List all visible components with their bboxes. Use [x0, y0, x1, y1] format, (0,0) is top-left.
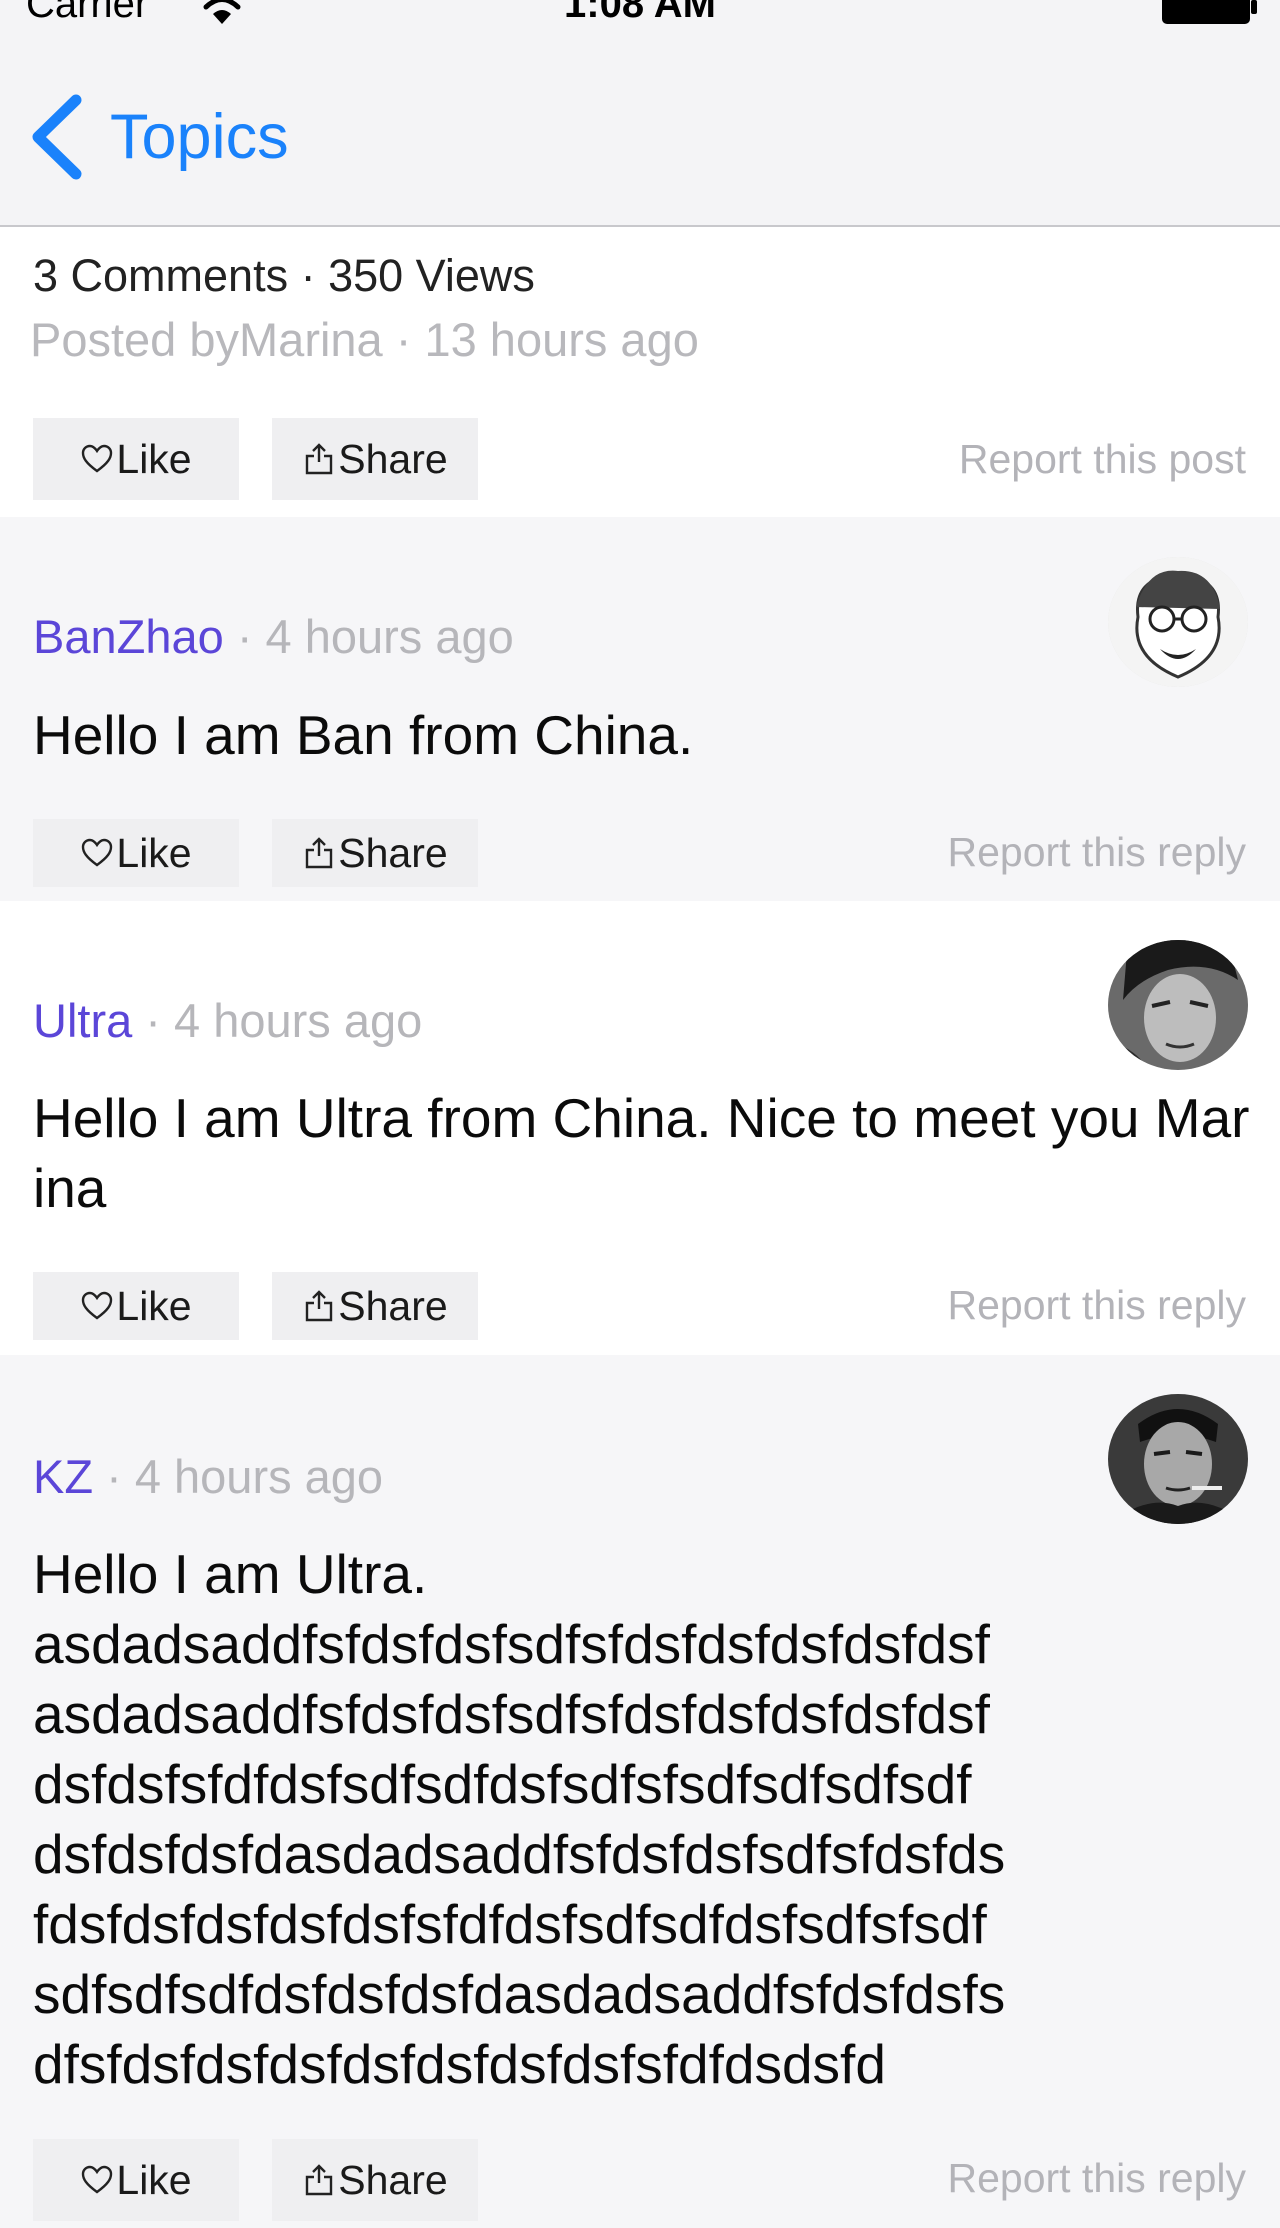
- posted-time: · 13 hours ago: [382, 313, 699, 366]
- post-share-button[interactable]: Share: [272, 418, 478, 500]
- comment-body-line: asdadsaddfsfdsfdsfsdfsfdsfdsfdsfdsfdsf: [33, 1683, 990, 1745]
- status-time: 1:08 AM: [564, 0, 716, 26]
- share-icon: [306, 2164, 333, 2196]
- comment-like-button[interactable]: Like: [33, 819, 239, 887]
- comment-author-link[interactable]: KZ: [33, 1450, 93, 1503]
- report-reply-link[interactable]: Report this reply: [947, 829, 1246, 876]
- avatar[interactable]: [1108, 557, 1248, 687]
- comment-body-line: dsfdsfsfdfdsfsdfsdfdsfsdfsfsdfsdfsdfsdf: [33, 1753, 972, 1815]
- post-author-link[interactable]: Marina: [239, 313, 383, 366]
- heart-icon: [82, 838, 113, 867]
- heart-icon: [82, 1291, 113, 1320]
- comment-like-button[interactable]: Like: [33, 2139, 239, 2221]
- comment-body-line: fdsfdsfdsfdsfdsfsfdfdsfsdfsdfdsfsdfsfsdf: [33, 1893, 987, 1955]
- comment-time: · 4 hours ago: [223, 610, 514, 663]
- like-label: Like: [116, 2156, 192, 2203]
- share-icon: [306, 837, 333, 869]
- like-label: Like: [116, 829, 192, 876]
- comment-body: Hello I am Ultra from China. Nice to mee…: [33, 1087, 1250, 1219]
- report-reply-link[interactable]: Report this reply: [947, 1282, 1246, 1329]
- share-label: Share: [338, 829, 448, 876]
- comment-item: Ultra · 4 hours ago Hello I am Ultra fro…: [0, 901, 1280, 1355]
- comment-item: KZ · 4 hours ago Hello I am Ultra. asdad…: [0, 1355, 1280, 2228]
- comment-body-line: dfsfdsfdsfdsfdsfdsfdsfdsfsfdfdsdsfd: [33, 2033, 886, 2095]
- avatar-image: [1108, 557, 1248, 687]
- share-icon: [306, 1290, 333, 1322]
- heart-icon: [82, 444, 113, 473]
- comment-header: BanZhao · 4 hours ago: [33, 609, 514, 664]
- post-like-button[interactable]: Like: [33, 418, 239, 500]
- like-label: Like: [116, 1282, 192, 1329]
- screen: Carrier 1:08 AM Topics 3 Comments · 350 …: [0, 0, 1280, 2228]
- navigation-bar: Carrier 1:08 AM Topics: [0, 0, 1280, 227]
- share-label: Share: [338, 2156, 448, 2203]
- posted-prefix: Posted by: [30, 313, 240, 366]
- heart-icon: [82, 2165, 113, 2194]
- comment-time: · 4 hours ago: [93, 1450, 384, 1503]
- chevron-left-icon: [32, 94, 82, 180]
- comment-body-line: dsfdsfdsfdasdadsaddfsfdsfdsfsdfsfdsfds: [33, 1823, 1006, 1885]
- posted-by: Posted byMarina · 13 hours ago: [30, 312, 699, 367]
- avatar-image: [1108, 940, 1248, 1070]
- like-label: Like: [116, 435, 192, 482]
- comment-body: Hello I am Ultra. asdadsaddfsfdsfdsfsdfs…: [33, 1539, 1253, 2099]
- back-label: Topics: [110, 101, 289, 172]
- comment-author-link[interactable]: BanZhao: [33, 610, 224, 663]
- comment-body-line: Hello I am Ultra.: [33, 1543, 428, 1605]
- battery-icon: [1162, 0, 1257, 24]
- comment-share-button[interactable]: Share: [272, 819, 478, 887]
- back-button[interactable]: Topics: [28, 92, 289, 182]
- post-stats: 3 Comments · 350 Views: [33, 250, 535, 301]
- comment-item: BanZhao · 4 hours ago Hello I am Ban fro…: [0, 517, 1280, 901]
- comment-share-button[interactable]: Share: [272, 2139, 478, 2221]
- share-label: Share: [338, 435, 448, 482]
- comment-time: · 4 hours ago: [132, 994, 423, 1047]
- comment-header: KZ · 4 hours ago: [33, 1449, 383, 1504]
- share-label: Share: [338, 1282, 448, 1329]
- comment-header: Ultra · 4 hours ago: [33, 993, 422, 1048]
- share-icon: [306, 443, 333, 475]
- avatar-image: [1108, 1394, 1248, 1524]
- comment-share-button[interactable]: Share: [272, 1272, 478, 1340]
- comment-body-line: asdadsaddfsfdsfdsfsdfsfdsfdsfdsfdsfdsf: [33, 1613, 990, 1675]
- comment-author-link[interactable]: Ultra: [33, 994, 132, 1047]
- avatar[interactable]: [1108, 1394, 1248, 1524]
- report-post-link[interactable]: Report this post: [959, 436, 1246, 483]
- report-reply-link[interactable]: Report this reply: [947, 2155, 1246, 2202]
- comment-body: Hello I am Ban from China.: [33, 704, 694, 766]
- comment-like-button[interactable]: Like: [33, 1272, 239, 1340]
- status-bar: Carrier 1:08 AM: [0, 0, 1280, 32]
- avatar[interactable]: [1108, 940, 1248, 1070]
- comment-body-line: sdfsdfsdfdsfdsfdsfdasdadsaddfsfdsfdsfs: [33, 1963, 1006, 2025]
